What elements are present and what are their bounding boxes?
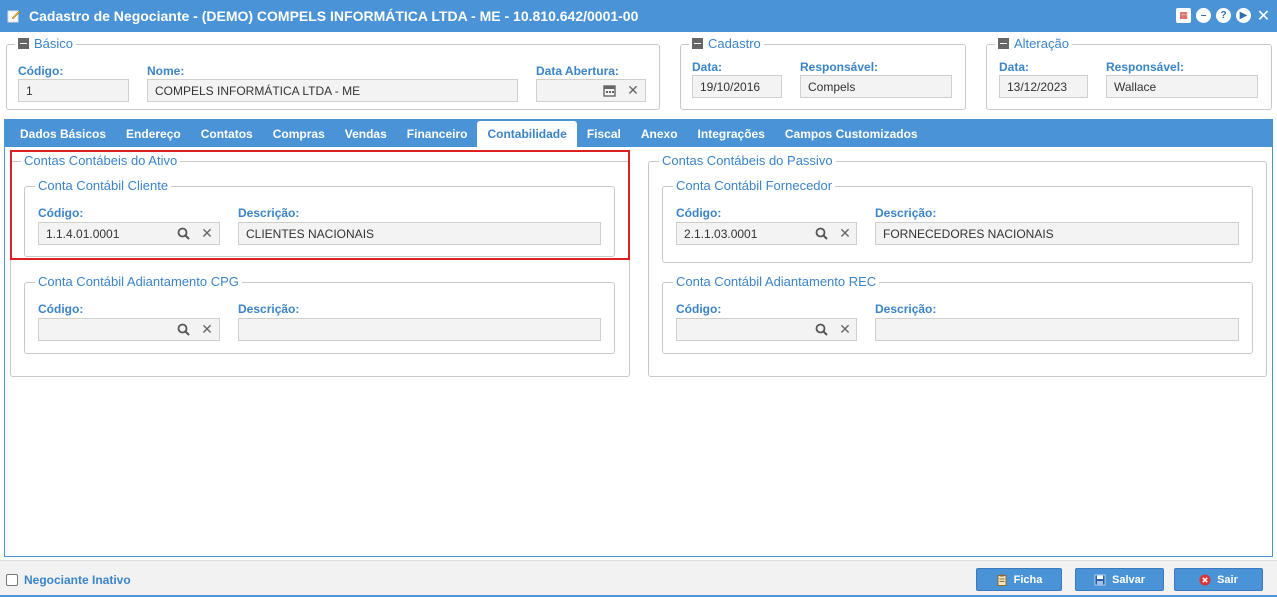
collapse-icon[interactable] [692, 38, 703, 49]
ficha-button[interactable]: Ficha [976, 568, 1062, 591]
close-icon[interactable]: ✕ [1256, 8, 1271, 25]
edit-icon [7, 9, 21, 23]
adiantamento-rec-legend: Conta Contábil Adiantamento REC [673, 274, 880, 289]
clear-icon[interactable]: ✕ [196, 318, 218, 341]
clipboard-icon [996, 574, 1008, 586]
codigo-label: Código: [18, 64, 64, 78]
clear-icon[interactable]: ✕ [834, 318, 856, 341]
search-icon[interactable] [810, 318, 832, 341]
next-icon[interactable]: ▶ [1236, 8, 1251, 23]
search-icon[interactable] [810, 222, 832, 245]
clear-icon[interactable]: ✕ [622, 79, 644, 102]
minimize-icon[interactable]: – [1196, 8, 1211, 23]
sair-button[interactable]: Sair [1174, 568, 1263, 591]
rec-codigo-label: Código: [676, 302, 722, 316]
passivo-legend: Contas Contábeis do Passivo [659, 153, 836, 168]
calendar-icon[interactable]: ▦ [1176, 8, 1191, 23]
collapse-icon[interactable] [998, 38, 1009, 49]
alteracao-data-label: Data: [999, 60, 1030, 74]
alteracao-responsavel-label: Responsável: [1106, 60, 1185, 74]
alteracao-responsavel-field: Wallace [1106, 75, 1258, 98]
adiantamento-cpg-legend: Conta Contábil Adiantamento CPG [35, 274, 242, 289]
tab-vendas[interactable]: Vendas [335, 121, 397, 147]
window-actions: ▦ – ? ▶ ✕ [1176, 8, 1271, 25]
basico-legend[interactable]: Básico [15, 36, 77, 51]
exit-icon [1199, 574, 1211, 586]
window-title: Cadastro de Negociante - (DEMO) COMPELS … [29, 8, 639, 24]
tab-campos-customizados[interactable]: Campos Customizados [775, 121, 928, 147]
cadastro-data-field: 19/10/2016 [692, 75, 782, 98]
tab-anexo[interactable]: Anexo [631, 121, 688, 147]
rec-descricao-label: Descrição: [875, 302, 937, 316]
nome-field[interactable]: COMPELS INFORMÁTICA LTDA - ME [147, 79, 518, 102]
cadastro-responsavel-field: Compels [800, 75, 952, 98]
tab-endereco[interactable]: Endereço [116, 121, 191, 147]
tab-integracoes[interactable]: Integrações [688, 121, 775, 147]
salvar-button[interactable]: Salvar [1075, 568, 1164, 591]
tab-dados-basicos[interactable]: Dados Básicos [10, 121, 116, 147]
tab-fiscal[interactable]: Fiscal [577, 121, 631, 147]
cpg-descricao-field [238, 318, 601, 341]
search-icon[interactable] [172, 318, 194, 341]
cadastro-data-label: Data: [692, 60, 723, 74]
tab-financeiro[interactable]: Financeiro [397, 121, 478, 147]
alteracao-legend[interactable]: Alteração [995, 36, 1072, 51]
tab-contatos[interactable]: Contatos [191, 121, 263, 147]
codigo-field[interactable]: 1 [18, 79, 129, 102]
cadastro-responsavel-label: Responsável: [800, 60, 879, 74]
inativo-checkbox[interactable] [6, 574, 18, 586]
calendar-icon[interactable] [598, 79, 620, 102]
nome-label: Nome: [147, 64, 185, 78]
tab-contabilidade[interactable]: Contabilidade [477, 121, 577, 147]
save-icon [1094, 574, 1106, 586]
rec-descricao-field [875, 318, 1239, 341]
fornecedor-codigo-label: Código: [676, 206, 722, 220]
fornecedor-legend: Conta Contábil Fornecedor [673, 178, 836, 193]
inativo-label[interactable]: Negociante Inativo [24, 573, 131, 587]
highlight-box [10, 150, 630, 260]
window-titlebar: Cadastro de Negociante - (DEMO) COMPELS … [0, 0, 1277, 32]
cpg-descricao-label: Descrição: [238, 302, 300, 316]
tab-bar: Dados Básicos Endereço Contatos Compras … [4, 119, 1273, 147]
tab-compras[interactable]: Compras [263, 121, 335, 147]
clear-icon[interactable]: ✕ [834, 222, 856, 245]
fornecedor-descricao-label: Descrição: [875, 206, 937, 220]
cpg-codigo-label: Código: [38, 302, 84, 316]
cadastro-legend[interactable]: Cadastro [689, 36, 764, 51]
alteracao-data-field: 13/12/2023 [999, 75, 1088, 98]
help-icon[interactable]: ? [1216, 8, 1231, 23]
collapse-icon[interactable] [18, 38, 29, 49]
fornecedor-descricao-field: FORNECEDORES NACIONAIS [875, 222, 1239, 245]
data-abertura-label: Data Abertura: [536, 64, 619, 78]
footer-bar: Negociante Inativo Ficha Salvar Sair [0, 560, 1277, 597]
